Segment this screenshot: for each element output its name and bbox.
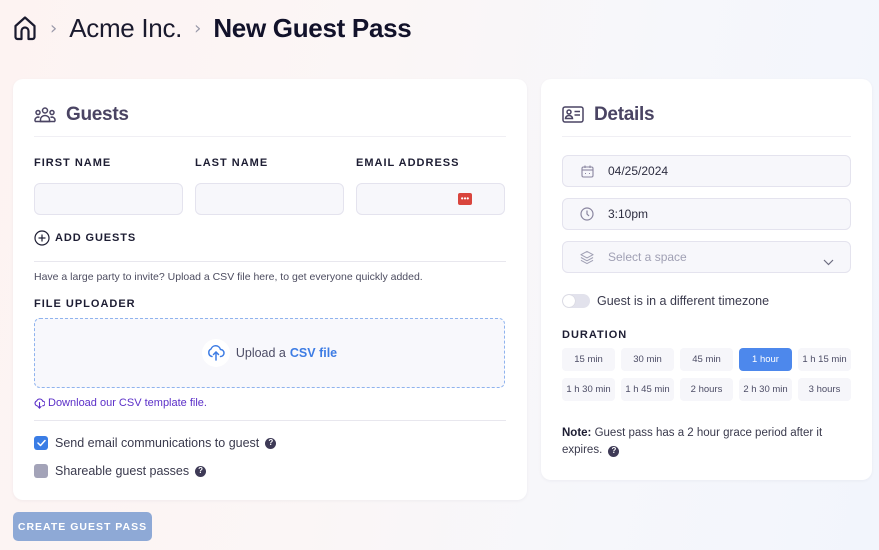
- id-card-icon: [562, 105, 584, 125]
- timezone-toggle[interactable]: [562, 294, 590, 308]
- clock-icon: [580, 207, 594, 221]
- divider: [34, 420, 506, 421]
- note-text: Guest pass has a 2 hour grace period aft…: [562, 427, 823, 456]
- users-icon: [34, 105, 56, 125]
- shareable-checkbox[interactable]: [34, 464, 48, 478]
- email-label: EMAIL ADDRESS: [356, 157, 460, 169]
- duration-option[interactable]: 2 h 30 min: [739, 378, 792, 401]
- duration-option[interactable]: 45 min: [680, 348, 733, 371]
- help-icon[interactable]: ?: [608, 445, 620, 457]
- send-email-label: Send email communications to guest: [55, 436, 260, 450]
- layers-icon: [580, 250, 594, 264]
- duration-option[interactable]: 15 min: [562, 348, 615, 371]
- calendar-icon: [580, 164, 594, 178]
- date-input[interactable]: 04/25/2024: [562, 155, 851, 187]
- date-value: 04/25/2024: [608, 164, 669, 178]
- breadcrumb-separator: ›: [194, 17, 202, 39]
- duration-option[interactable]: 3 hours: [798, 378, 851, 401]
- first-name-input[interactable]: [34, 183, 183, 215]
- home-icon[interactable]: [12, 14, 38, 42]
- duration-option[interactable]: 2 hours: [680, 378, 733, 401]
- upload-text: Upload a: [235, 346, 286, 360]
- add-guests-label: ADD GUESTS: [55, 232, 137, 244]
- details-header: Details: [562, 101, 851, 137]
- time-value: 3:10pm: [608, 207, 649, 221]
- timezone-toggle-label: Guest is in a different timezone: [597, 294, 770, 308]
- breadcrumb: › Acme Inc. › New Guest Pass: [12, 12, 412, 44]
- send-email-checkbox[interactable]: [34, 436, 48, 450]
- guests-header: Guests: [34, 101, 506, 137]
- space-placeholder: Select a space: [608, 250, 687, 264]
- help-icon[interactable]: ?: [195, 465, 207, 477]
- chevron-down-icon: [823, 253, 834, 271]
- toggle-knob: [563, 295, 575, 307]
- duration-label: DURATION: [562, 329, 628, 341]
- help-icon[interactable]: ?: [265, 437, 277, 449]
- details-card: Details 04/25/2024 3:10pm Select a space…: [541, 79, 872, 480]
- duration-option[interactable]: 1 h 30 min: [562, 378, 615, 401]
- upload-csv-link[interactable]: CSV file: [290, 346, 337, 360]
- duration-option[interactable]: 30 min: [621, 348, 674, 371]
- last-name-label: LAST NAME: [195, 157, 269, 169]
- duration-options: 15 min 30 min 45 min 1 hour 1 h 15 min 1…: [562, 348, 854, 401]
- guests-title: Guests: [66, 103, 129, 125]
- email-input[interactable]: •••: [356, 183, 505, 215]
- first-name-label: FIRST NAME: [34, 157, 112, 169]
- page-title: New Guest Pass: [213, 12, 412, 43]
- duration-option-selected[interactable]: 1 hour: [739, 348, 792, 371]
- grace-period-note: Note: Guest pass has a 2 hour grace peri…: [562, 425, 832, 459]
- timezone-toggle-row[interactable]: Guest is in a different timezone: [562, 294, 769, 308]
- add-guests-button[interactable]: ADD GUESTS: [34, 230, 136, 246]
- duration-option[interactable]: 1 h 45 min: [621, 378, 674, 401]
- download-template-label: Download our CSV template file.: [48, 397, 207, 409]
- duration-option[interactable]: 1 h 15 min: [798, 348, 851, 371]
- breadcrumb-acme[interactable]: Acme Inc.: [69, 13, 182, 44]
- checkmark-icon: [36, 439, 46, 447]
- guests-card: Guests FIRST NAME LAST NAME EMAIL ADDRES…: [13, 79, 527, 500]
- time-input[interactable]: 3:10pm: [562, 198, 851, 230]
- csv-helper-text: Have a large party to invite? Upload a C…: [34, 271, 423, 283]
- download-cloud-icon: [34, 397, 45, 409]
- file-uploader-label: FILE UPLOADER: [34, 298, 136, 310]
- breadcrumb-separator: ›: [50, 17, 58, 39]
- send-email-checkbox-row[interactable]: Send email communications to guest ?: [34, 436, 277, 450]
- space-select[interactable]: Select a space: [562, 241, 851, 273]
- download-template-link[interactable]: Download our CSV template file.: [34, 397, 207, 409]
- plus-circle-icon: [34, 230, 50, 246]
- divider: [34, 261, 506, 262]
- upload-cloud-icon: [201, 339, 230, 367]
- csv-dropzone[interactable]: Upload a CSV file: [34, 318, 505, 388]
- last-name-input[interactable]: [195, 183, 344, 215]
- details-title: Details: [594, 103, 655, 125]
- password-manager-icon[interactable]: •••: [458, 193, 472, 205]
- shareable-checkbox-row[interactable]: Shareable guest passes ?: [34, 464, 207, 478]
- shareable-label: Shareable guest passes: [55, 464, 190, 478]
- note-label: Note:: [562, 427, 592, 439]
- create-guest-pass-button[interactable]: CREATE GUEST PASS: [13, 512, 152, 541]
